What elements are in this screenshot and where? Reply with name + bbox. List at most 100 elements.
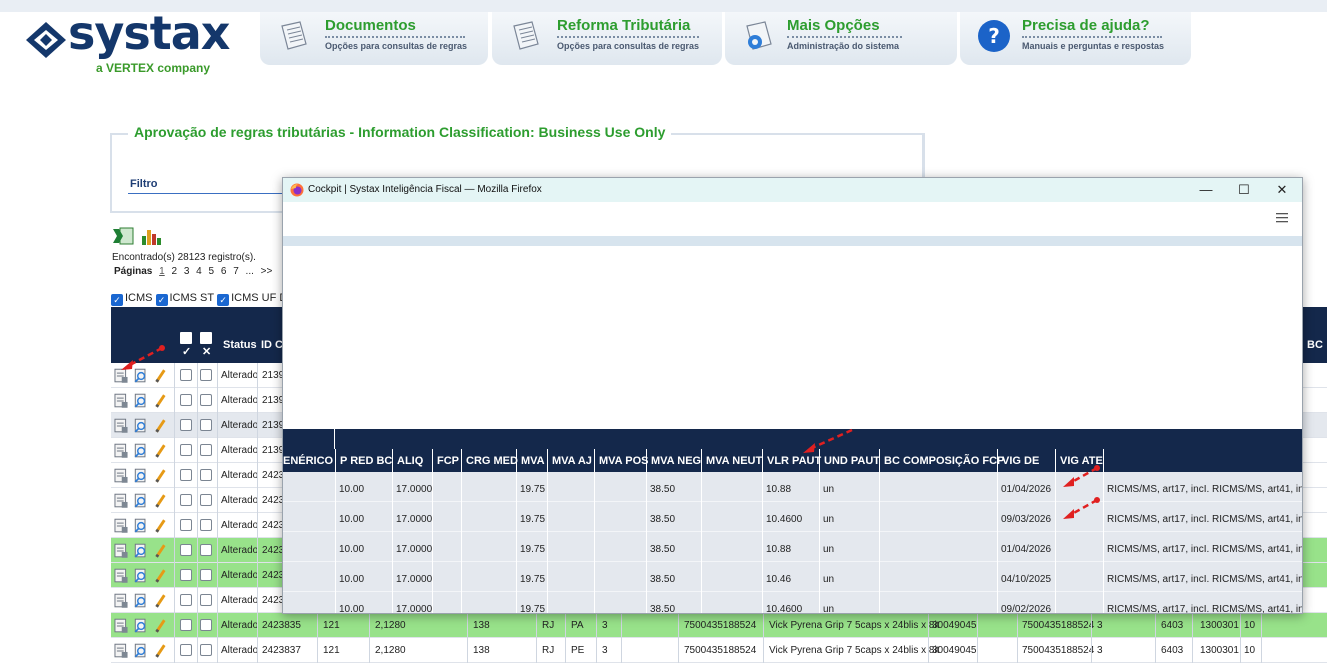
popup-table-row[interactable]: 10.00 17.0000 19.75 38.50 10.4600 un 09/03/202… (283, 502, 1302, 532)
filter-icms-st[interactable]: ✓ ICMS ST (155, 292, 214, 306)
select-all-approve-checkbox[interactable] (180, 332, 192, 344)
nav-mais-opcoes[interactable]: Mais Opções Administração do sistema (725, 12, 957, 65)
reject-checkbox[interactable] (200, 369, 212, 381)
inspect-icon[interactable] (134, 493, 146, 508)
popup-column-header[interactable]: VLR PAUT (767, 455, 821, 467)
inspect-icon[interactable] (134, 518, 146, 533)
select-all-reject-checkbox[interactable] (200, 332, 212, 344)
approve-checkbox[interactable] (180, 369, 192, 381)
popup-column-header[interactable]: UND PAUT (824, 455, 880, 467)
edit-pencil-icon[interactable] (155, 394, 166, 408)
popup-column-header[interactable]: ENÉRICO (283, 455, 333, 467)
popup-titlebar[interactable]: Cockpit | Systax Inteligência Fiscal — M… (283, 178, 1302, 202)
details-icon[interactable] (114, 618, 128, 633)
popup-column-header[interactable]: MVA AJ (552, 455, 592, 467)
close-button[interactable]: ✕ (1263, 180, 1301, 200)
page-link[interactable]: 7 (233, 266, 239, 277)
column-id[interactable]: ID C (261, 339, 283, 351)
reject-checkbox[interactable] (200, 544, 212, 556)
details-icon[interactable] (114, 543, 128, 558)
edit-pencil-icon[interactable] (155, 594, 166, 608)
minimize-button[interactable]: — (1187, 180, 1225, 200)
details-icon[interactable] (114, 518, 128, 533)
edit-pencil-icon[interactable] (155, 419, 166, 433)
popup-column-header[interactable]: P RED BC (340, 455, 392, 467)
details-icon[interactable] (114, 443, 128, 458)
inspect-icon[interactable] (134, 568, 146, 583)
inspect-icon[interactable] (134, 618, 146, 633)
inspect-icon[interactable] (134, 393, 146, 408)
page-link[interactable]: 1 (159, 266, 165, 277)
inspect-icon[interactable] (134, 368, 146, 383)
approve-checkbox[interactable] (180, 519, 192, 531)
inspect-icon[interactable] (134, 418, 146, 433)
filter-icms[interactable]: ✓ ICMS (111, 292, 153, 306)
popup-table-row[interactable]: 10.00 17.0000 19.75 38.50 10.4600 un 09/02/202… (283, 592, 1302, 613)
reject-checkbox[interactable] (200, 469, 212, 481)
popup-column-header[interactable]: MVA POS (599, 455, 649, 467)
popup-column-header[interactable]: MVA (521, 455, 545, 467)
nav-ajuda[interactable]: ? Precisa de ajuda? Manuais e perguntas … (960, 12, 1191, 65)
details-icon[interactable] (114, 643, 128, 658)
inspect-icon[interactable] (134, 468, 146, 483)
popup-column-header[interactable]: VIG DE (1002, 455, 1039, 467)
edit-pencil-icon[interactable] (155, 619, 166, 633)
popup-table-row[interactable]: 10.00 17.0000 19.75 38.50 10.88 un 01/04/2026 R… (283, 532, 1302, 562)
approve-checkbox[interactable] (180, 594, 192, 606)
popup-column-header[interactable]: FCP (437, 455, 459, 467)
popup-table-row[interactable]: 10.00 17.0000 19.75 38.50 10.46 un 04/10/2025 R… (283, 562, 1302, 592)
approve-checkbox[interactable] (180, 544, 192, 556)
approve-checkbox[interactable] (180, 494, 192, 506)
inspect-icon[interactable] (134, 593, 146, 608)
approve-checkbox[interactable] (180, 419, 192, 431)
reject-checkbox[interactable] (200, 619, 212, 631)
details-icon[interactable] (114, 493, 128, 508)
inspect-icon[interactable] (134, 443, 146, 458)
page-link[interactable]: 4 (196, 266, 202, 277)
reject-checkbox[interactable] (200, 419, 212, 431)
approve-checkbox[interactable] (180, 569, 192, 581)
page-link[interactable]: 3 (184, 266, 190, 277)
reject-checkbox[interactable] (200, 394, 212, 406)
column-status[interactable]: Status (223, 339, 257, 351)
popup-column-header[interactable]: MVA NEG (651, 455, 701, 467)
edit-pencil-icon[interactable] (155, 544, 166, 558)
popup-column-header[interactable]: CRG MED (466, 455, 518, 467)
next-pages-link[interactable]: >> (261, 266, 273, 277)
excel-export-icon[interactable] (112, 227, 134, 245)
details-icon[interactable] (114, 418, 128, 433)
inspect-icon[interactable] (134, 643, 146, 658)
approve-checkbox[interactable] (180, 619, 192, 631)
details-icon[interactable] (114, 393, 128, 408)
popup-table-row[interactable]: 10.00 17.0000 19.75 38.50 10.88 un 01/04/2026 R… (283, 472, 1302, 502)
nav-reforma-tributaria[interactable]: Reforma Tributária Opções para consultas… (492, 12, 722, 65)
edit-pencil-icon[interactable] (155, 444, 166, 458)
edit-pencil-icon[interactable] (155, 569, 166, 583)
maximize-button[interactable]: ☐ (1225, 180, 1263, 200)
edit-pencil-icon[interactable] (155, 469, 166, 483)
approve-checkbox[interactable] (180, 469, 192, 481)
approve-checkbox[interactable] (180, 444, 192, 456)
details-icon[interactable] (114, 593, 128, 608)
firefox-popup-window[interactable]: Cockpit | Systax Inteligência Fiscal — M… (282, 177, 1303, 614)
reject-checkbox[interactable] (200, 519, 212, 531)
page-link[interactable]: 2 (171, 266, 177, 277)
details-icon[interactable] (114, 468, 128, 483)
edit-pencil-icon[interactable] (155, 494, 166, 508)
menu-icon[interactable] (1276, 212, 1288, 223)
inspect-icon[interactable] (134, 543, 146, 558)
popup-column-header[interactable]: MVA NEUT (706, 455, 762, 467)
reject-checkbox[interactable] (200, 444, 212, 456)
nav-documentos[interactable]: Documentos Opções para consultas de regr… (260, 12, 488, 65)
popup-column-header[interactable]: BC COMPOSIÇÃO FCP (884, 455, 1004, 467)
details-icon[interactable] (114, 368, 128, 383)
filter-toggle[interactable]: Filtro (130, 178, 158, 190)
column-bc[interactable]: BC (1307, 339, 1323, 351)
reject-checkbox[interactable] (200, 569, 212, 581)
reject-checkbox[interactable] (200, 644, 212, 656)
table-row[interactable]: Alterado 2423835 121 2,1280 138 RJ PA 3 75004351… (111, 613, 1327, 638)
popup-column-header[interactable]: VIG ATE (1060, 455, 1103, 467)
edit-pencil-icon[interactable] (155, 369, 166, 383)
reject-checkbox[interactable] (200, 494, 212, 506)
chart-icon[interactable] (141, 228, 163, 246)
